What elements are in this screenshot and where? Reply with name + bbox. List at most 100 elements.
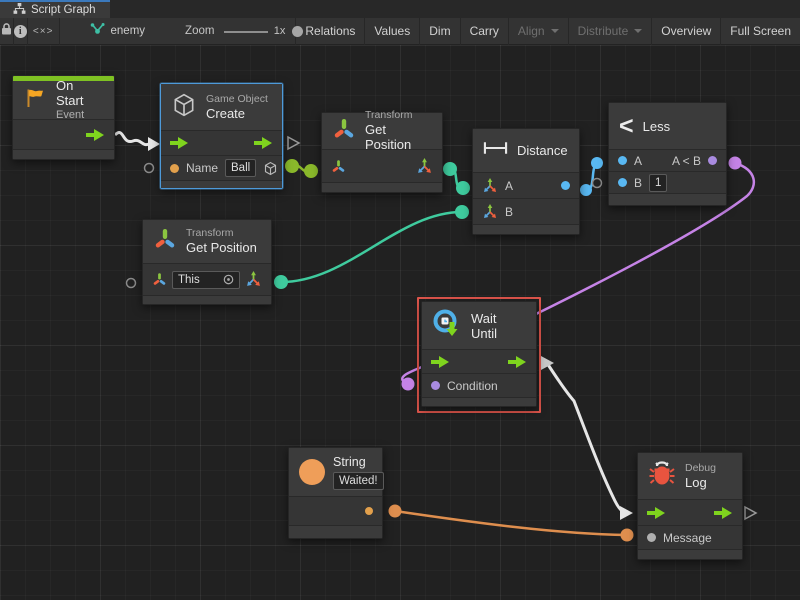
node-header: Distance	[473, 129, 579, 173]
node-footer	[422, 398, 536, 406]
node-get-position-a[interactable]: Transform Get Position	[321, 112, 443, 193]
wire-endpoint	[729, 157, 742, 170]
flow-out-port[interactable]	[714, 507, 733, 519]
string-port-dot[interactable]	[170, 164, 179, 173]
unconnected-port-circle[interactable]	[593, 179, 602, 188]
full-screen-button[interactable]: Full Screen	[721, 18, 800, 45]
vector3-port-icon[interactable]	[482, 204, 498, 220]
node-create[interactable]: Game Object Create Name Ball	[160, 83, 283, 189]
string-out-port-dot[interactable]	[365, 507, 373, 515]
node-footer	[161, 181, 282, 188]
unconnected-port-circle[interactable]	[145, 164, 154, 173]
info-button[interactable]: i	[14, 18, 28, 45]
name-input[interactable]: Ball	[225, 159, 256, 177]
object-picker-icon[interactable]	[223, 274, 234, 285]
node-header: Transform Get Position	[143, 220, 271, 264]
wire-string-to-debuglog	[395, 511, 627, 535]
wire-endpoint	[285, 159, 299, 173]
graph-toolbar: i <×> enemy Zoom 1x Relations Values Dim…	[0, 18, 800, 45]
flow-out-port[interactable]	[86, 129, 105, 141]
node-get-position-b[interactable]: Transform Get Position This	[142, 219, 272, 305]
overview-button[interactable]: Overview	[652, 18, 721, 45]
flow-out-port[interactable]	[254, 137, 273, 149]
node-subtitle: Event	[56, 109, 104, 122]
port-row: This	[143, 264, 271, 296]
zoom-label: Zoom	[185, 25, 214, 37]
node-title: Get Position	[186, 240, 257, 256]
bool-out-port-dot[interactable]	[708, 156, 717, 165]
port-row-b: B	[473, 199, 579, 225]
flow-in-port[interactable]	[431, 356, 450, 368]
target-input[interactable]: This	[172, 271, 240, 289]
carry-button[interactable]: Carry	[461, 18, 509, 45]
wire-endpoint	[455, 205, 469, 219]
lock-icon	[1, 22, 12, 40]
flow-out-port[interactable]	[508, 356, 527, 368]
node-string[interactable]: String Waited!	[288, 447, 383, 539]
vector3-port-icon[interactable]	[416, 158, 433, 175]
message-port-dot[interactable]	[647, 533, 656, 542]
b-value-input[interactable]: 1	[649, 174, 667, 192]
flag-icon	[23, 86, 47, 115]
node-header: String Waited!	[289, 448, 382, 497]
port-row	[289, 497, 382, 526]
tab-script-graph[interactable]: Script Graph	[0, 0, 110, 18]
message-row: Message	[638, 526, 742, 550]
node-title: Distance	[517, 143, 568, 158]
dim-button[interactable]: Dim	[420, 18, 460, 45]
float-port-dot[interactable]	[618, 178, 627, 187]
transform-port-icon[interactable]	[331, 159, 346, 174]
flow-row	[13, 120, 114, 150]
node-debug-log[interactable]: Debug Log Message	[637, 452, 743, 560]
zoom-slider-handle[interactable]	[292, 26, 303, 37]
flow-row	[638, 500, 742, 526]
graph-name: enemy	[111, 25, 146, 37]
graph-canvas[interactable]: On Start Event Game Object Create	[0, 45, 800, 600]
code-icon: <×>	[33, 26, 54, 37]
cube-icon	[171, 92, 197, 123]
wire-endpoint	[621, 529, 634, 542]
unconnected-flow-triangle[interactable]	[288, 137, 299, 149]
code-view-button[interactable]: <×>	[28, 18, 60, 45]
node-footer	[143, 296, 271, 304]
flow-row	[161, 131, 282, 156]
distribute-dropdown[interactable]: Distribute	[569, 18, 653, 45]
string-circle-icon	[299, 459, 325, 485]
node-category: Transform	[365, 109, 432, 122]
node-title: String	[333, 455, 384, 470]
flow-in-port[interactable]	[647, 507, 666, 519]
node-title: Less	[643, 119, 670, 134]
transform-icon	[332, 117, 356, 146]
values-button[interactable]: Values	[365, 18, 420, 45]
node-title: Create	[206, 106, 268, 122]
name-port-row: Name Ball	[161, 156, 282, 181]
zoom-value: 1x	[274, 25, 286, 37]
port-label: B	[634, 176, 642, 190]
node-category: Game Object	[206, 93, 268, 106]
zoom-slider[interactable]	[224, 26, 267, 37]
transform-port-icon[interactable]	[152, 272, 167, 287]
node-less[interactable]: Less A A < B B 1	[608, 102, 727, 206]
flow-in-port[interactable]	[170, 137, 189, 149]
unconnected-port-circle[interactable]	[127, 279, 136, 288]
port-label: Message	[663, 531, 712, 545]
graph-breadcrumb[interactable]: enemy	[90, 23, 146, 39]
relations-button[interactable]: Relations	[296, 18, 365, 45]
align-dropdown[interactable]: Align	[509, 18, 569, 45]
bool-port-dot[interactable]	[431, 381, 440, 390]
cube-mini-icon	[263, 161, 278, 176]
node-on-start[interactable]: On Start Event	[12, 75, 115, 160]
lock-button[interactable]	[0, 18, 14, 45]
float-port-dot[interactable]	[618, 156, 627, 165]
float-out-port-dot[interactable]	[561, 181, 570, 190]
unconnected-flow-triangle[interactable]	[745, 507, 756, 519]
node-distance[interactable]: Distance A B	[472, 128, 580, 235]
string-value-input[interactable]: Waited!	[333, 472, 384, 490]
vector3-port-icon[interactable]	[245, 271, 262, 288]
node-footer	[289, 526, 382, 538]
node-wait-until[interactable]: Wait Until Condition	[421, 301, 537, 407]
vector3-port-icon[interactable]	[482, 178, 498, 194]
result-label: A < B	[672, 154, 701, 168]
node-header: Transform Get Position	[322, 113, 442, 150]
zoom-slider-track	[224, 31, 267, 33]
